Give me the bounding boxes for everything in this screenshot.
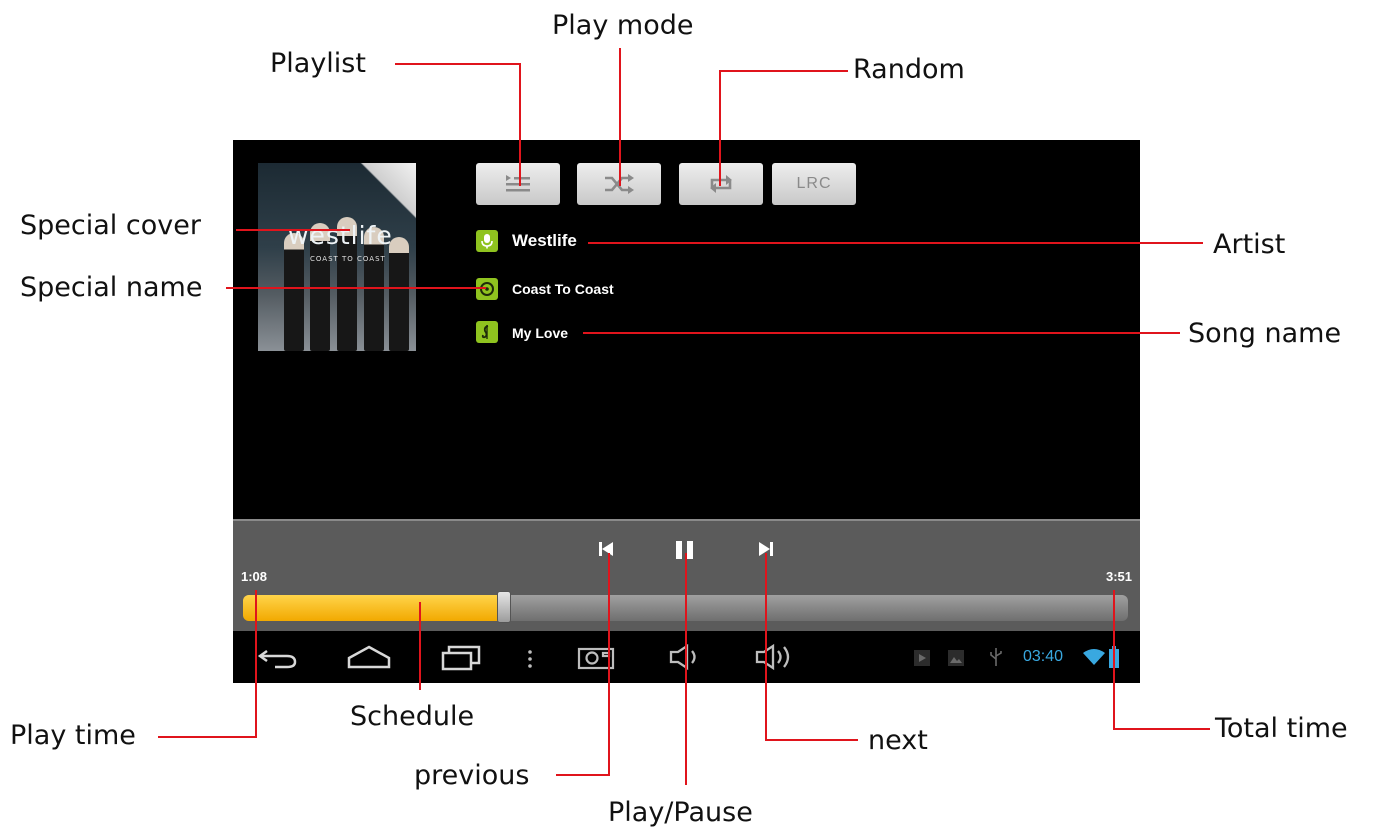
label-schedule: Schedule <box>350 701 475 732</box>
album-cover[interactable]: westlife COAST TO COAST <box>258 163 416 351</box>
progress-fill <box>243 595 505 621</box>
volume-up-icon[interactable] <box>755 643 797 671</box>
label-special-cover: Special cover <box>20 210 201 241</box>
total-time: 3:51 <box>1105 569 1132 584</box>
media-notification-icon <box>914 650 930 666</box>
label-next: next <box>868 725 928 756</box>
volume-down-icon[interactable] <box>669 643 705 671</box>
label-play-time: Play time <box>10 720 136 751</box>
recent-apps-icon[interactable] <box>441 643 481 671</box>
wifi-icon <box>1083 649 1105 665</box>
microphone-icon <box>476 230 498 252</box>
lrc-button[interactable]: LRC <box>772 163 856 205</box>
shuffle-icon <box>605 174 634 194</box>
label-play-mode: Play mode <box>552 10 694 41</box>
label-total-time: Total time <box>1215 713 1348 744</box>
artist-name: Westlife <box>512 231 577 250</box>
status-clock: 03:40 <box>1023 648 1064 665</box>
album-name: Coast To Coast <box>512 281 614 297</box>
home-icon[interactable] <box>347 645 391 669</box>
image-notification-icon <box>948 650 964 666</box>
elapsed-time: 1:08 <box>241 569 268 584</box>
repeat-icon <box>710 175 732 193</box>
pause-icon <box>676 541 693 559</box>
playback-controls: 1:08 3:51 <box>233 519 1140 633</box>
label-song-name: Song name <box>1188 318 1342 349</box>
play-mode-button[interactable] <box>577 163 661 205</box>
back-icon[interactable] <box>257 647 299 669</box>
label-special-name: Special name <box>20 272 203 303</box>
playlist-icon <box>506 175 530 192</box>
lrc-label: LRC <box>796 175 832 192</box>
label-artist: Artist <box>1213 229 1286 260</box>
disc-icon <box>476 278 498 300</box>
previous-icon <box>599 542 613 556</box>
music-note-icon <box>476 321 498 343</box>
usb-icon <box>990 648 1002 666</box>
label-random: Random <box>853 54 965 85</box>
play-pause-button[interactable] <box>675 541 695 563</box>
cover-title: westlife <box>288 221 393 250</box>
menu-icon[interactable] <box>526 649 534 669</box>
label-play-pause: Play/Pause <box>608 797 753 828</box>
label-previous: previous <box>414 760 530 791</box>
battery-icon <box>1109 646 1119 668</box>
song-name: My Love <box>512 325 569 341</box>
cover-figure <box>284 233 304 351</box>
system-bar: 03:40 <box>233 631 1140 683</box>
screenshot-icon[interactable] <box>577 644 615 670</box>
label-playlist: Playlist <box>270 48 366 79</box>
next-icon <box>759 542 773 556</box>
progress-track[interactable] <box>243 595 1128 621</box>
next-button[interactable] <box>758 541 774 561</box>
cover-sticker <box>360 163 416 219</box>
previous-button[interactable] <box>598 541 614 561</box>
repeat-button[interactable] <box>679 163 763 205</box>
playlist-button[interactable] <box>476 163 560 205</box>
player-screen: westlife COAST TO COAST LRC Westlife Coa… <box>233 140 1140 683</box>
cover-subtitle: COAST TO COAST <box>310 255 386 263</box>
progress-thumb[interactable] <box>497 591 512 623</box>
cover-figure <box>389 237 409 351</box>
